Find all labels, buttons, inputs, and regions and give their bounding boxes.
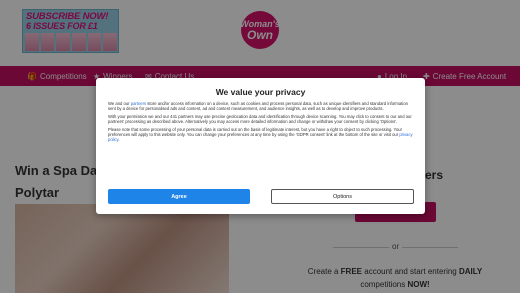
options-button[interactable]: Options	[271, 189, 414, 204]
p1-text-b: store and/or access information on a dev…	[108, 101, 408, 111]
consent-paragraph-3: Please note that some processing of your…	[108, 127, 414, 142]
p3-text-b: .	[118, 137, 120, 142]
consent-paragraph-2: With your permission we and our 441 part…	[108, 114, 412, 124]
dialog-body: We and our partners store and/or access …	[108, 101, 414, 145]
privacy-consent-dialog: We value your privacy We and our partner…	[96, 78, 425, 214]
agree-button[interactable]: Agree	[108, 189, 250, 204]
dialog-title: We value your privacy	[215, 87, 306, 97]
consent-paragraph-1: We and our partners store and/or access …	[108, 101, 414, 111]
p3-text-a: Please note that some processing of your…	[108, 127, 402, 137]
